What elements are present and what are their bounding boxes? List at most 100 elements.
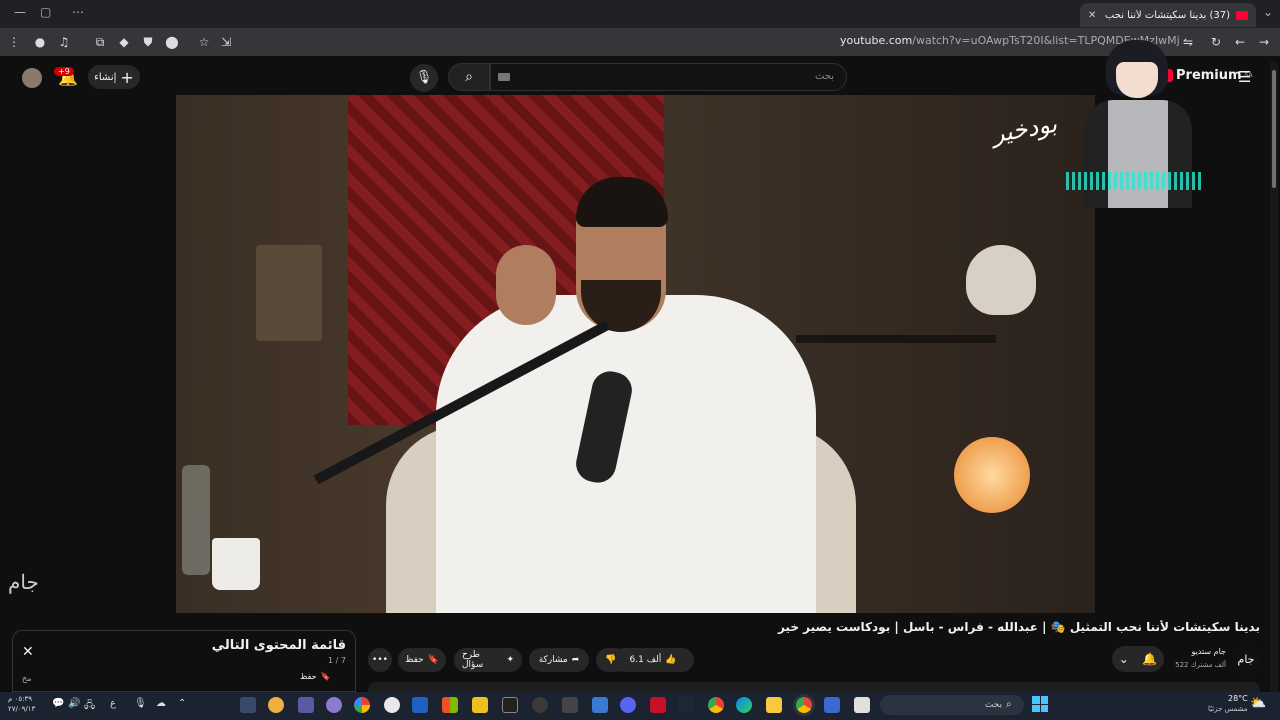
youtube-favicon-icon xyxy=(1236,10,1248,20)
window-restore-icon[interactable]: ▢ xyxy=(40,5,51,19)
video-cup xyxy=(212,538,260,590)
more-icon: ••• xyxy=(372,655,388,665)
taskbar-clock[interactable]: ٠٥:٣٩ م ٢٧/٠٩/١٣ xyxy=(8,694,35,714)
video-player[interactable]: بودخير xyxy=(176,95,1095,613)
avatar[interactable] xyxy=(22,68,42,88)
vtuber-glow xyxy=(1066,172,1204,190)
task-view-icon[interactable] xyxy=(854,697,870,713)
share-button[interactable]: مشاركة ➦ xyxy=(529,648,589,672)
extension-shield-icon[interactable]: ⛊ xyxy=(140,34,156,50)
video-bottle xyxy=(182,465,210,575)
discord-icon[interactable] xyxy=(620,697,636,713)
plus-icon: + xyxy=(120,67,134,87)
install-app-icon[interactable]: ⇲ xyxy=(218,34,234,50)
menu-hamburger-icon[interactable]: ☰ xyxy=(1238,68,1251,86)
app-icon-7[interactable] xyxy=(532,697,548,713)
network-icon[interactable]: 🖧 xyxy=(84,698,95,715)
vtuber-avatar-overlay xyxy=(1060,40,1208,208)
search-button[interactable]: ⌕ xyxy=(448,63,490,91)
bookmark-icon: 🔖 xyxy=(320,672,331,681)
chat-icon[interactable]: 💬 xyxy=(52,698,64,709)
chrome-icon-2[interactable] xyxy=(708,697,724,713)
windows-start-icon[interactable] xyxy=(1032,696,1048,712)
playlist-title: قائمة المحتوى التالي xyxy=(211,638,346,653)
taskbar-search[interactable]: بحث xyxy=(880,695,1024,715)
chevron-down-icon: ⌄ xyxy=(1118,652,1129,666)
search-input[interactable]: بحث xyxy=(490,63,847,91)
browser-tab-strip: — ▢ ⋯ + (37) بدينا سكيتشات لأننا نحب الت… xyxy=(0,0,1280,28)
app-icon-3[interactable] xyxy=(298,697,314,713)
bell-icon: 🔔 xyxy=(1142,652,1158,666)
onedrive-icon[interactable]: ☁ xyxy=(156,698,166,709)
tray-overflow-icon[interactable]: ⌃ xyxy=(178,698,186,709)
mail-icon[interactable] xyxy=(592,697,608,713)
tab-search-icon[interactable]: ⌄ xyxy=(1263,5,1273,19)
scrollbar-thumb[interactable] xyxy=(1272,70,1276,188)
extensions-puzzle-icon[interactable]: ⧉ xyxy=(92,34,108,50)
app-icon-9[interactable] xyxy=(650,697,666,713)
chrome-icon[interactable] xyxy=(354,697,370,713)
dislike-button[interactable]: 👎 xyxy=(596,648,626,672)
steam-icon[interactable] xyxy=(678,697,694,713)
mic-tray-icon[interactable]: 🎙 xyxy=(134,698,147,709)
keyboard-icon[interactable] xyxy=(498,73,510,81)
playlist-save-button[interactable]: حفظ 🔖 xyxy=(300,672,331,681)
create-button[interactable]: إنشاء + xyxy=(88,65,140,89)
notification-badge: +9 xyxy=(54,67,74,76)
windows-taskbar xyxy=(0,692,1280,720)
app-icon-5[interactable] xyxy=(412,697,428,713)
screen: — ▢ ⋯ + (37) بدينا سكيتشات لأننا نحب الت… xyxy=(0,0,1280,720)
app-icon-6[interactable] xyxy=(472,697,488,713)
sparkle-icon: ✦ xyxy=(506,655,514,665)
window-minimize-icon[interactable]: — xyxy=(14,5,26,19)
window-close-icon[interactable]: ⋯ xyxy=(72,5,84,19)
weather-sun-icon[interactable]: ⛅ xyxy=(1250,696,1266,711)
video-lamp xyxy=(954,437,1030,513)
more-actions-button[interactable]: ••• xyxy=(368,648,392,672)
bookmark-star-icon[interactable]: ☆ xyxy=(196,34,212,50)
language-indicator[interactable]: ع xyxy=(110,698,116,709)
chrome-active-icon[interactable] xyxy=(796,697,812,713)
vtuber-body xyxy=(1084,100,1192,208)
extension-icon[interactable]: ● xyxy=(32,34,48,50)
media-control-icon[interactable]: ♫ xyxy=(56,34,72,50)
browser-tab[interactable]: (37) بدينا سكيتشات لأننا نحب التمثيل ✕ xyxy=(1080,3,1256,27)
back-icon[interactable]: → xyxy=(1256,34,1272,50)
app-icon-2[interactable] xyxy=(268,697,284,713)
tab-close-icon[interactable]: ✕ xyxy=(1088,10,1096,21)
reload-icon[interactable]: ↻ xyxy=(1208,34,1224,50)
video-shelf xyxy=(796,335,996,343)
thumbs-down-icon: 👎 xyxy=(605,655,617,665)
forward-icon[interactable]: ← xyxy=(1232,34,1248,50)
channel-avatar[interactable]: جام xyxy=(1232,646,1260,674)
store-bag-icon[interactable] xyxy=(824,697,840,713)
microsoft-store-icon[interactable] xyxy=(442,697,458,713)
playlist-more: مخ xyxy=(22,674,32,683)
app-icon-w[interactable] xyxy=(384,697,400,713)
edge-icon[interactable] xyxy=(736,697,752,713)
extension-red-icon[interactable]: ⬤ xyxy=(164,34,180,50)
voice-search-icon[interactable]: 🎙 xyxy=(410,64,438,92)
app-icon-8[interactable] xyxy=(562,697,578,713)
epic-games-icon[interactable] xyxy=(502,697,518,713)
app-icon-4[interactable] xyxy=(326,697,342,713)
volume-icon[interactable]: 🔊 xyxy=(68,698,80,709)
thumbs-up-icon: 👍 xyxy=(665,655,677,665)
close-icon[interactable]: ✕ xyxy=(22,644,34,660)
ask-button[interactable]: طرح سؤال ✦ xyxy=(454,648,522,672)
channel-subscribers: 522 ألف مشترك xyxy=(1175,661,1226,669)
subscription-bell-button[interactable]: ⌄ 🔔 xyxy=(1112,646,1164,672)
app-icon-1[interactable] xyxy=(240,697,256,713)
video-person xyxy=(436,295,816,613)
share-icon: ➦ xyxy=(571,655,580,665)
channel-name[interactable]: جام ستديو xyxy=(1160,647,1226,656)
extension-diamond-icon[interactable]: ◆ xyxy=(116,34,132,50)
description-panel[interactable] xyxy=(368,682,1260,692)
tab-title: (37) بدينا سكيتشات لأننا نحب التمثيل xyxy=(1102,9,1230,21)
create-label: إنشاء xyxy=(94,71,117,83)
weather-temp[interactable]: 28°C xyxy=(1228,694,1248,703)
file-explorer-icon[interactable] xyxy=(766,697,782,713)
playlist-count: 1 / 7 xyxy=(328,656,346,665)
save-button[interactable]: حفظ 🔖 xyxy=(398,648,446,672)
browser-menu-icon[interactable]: ⋮ xyxy=(6,34,22,50)
